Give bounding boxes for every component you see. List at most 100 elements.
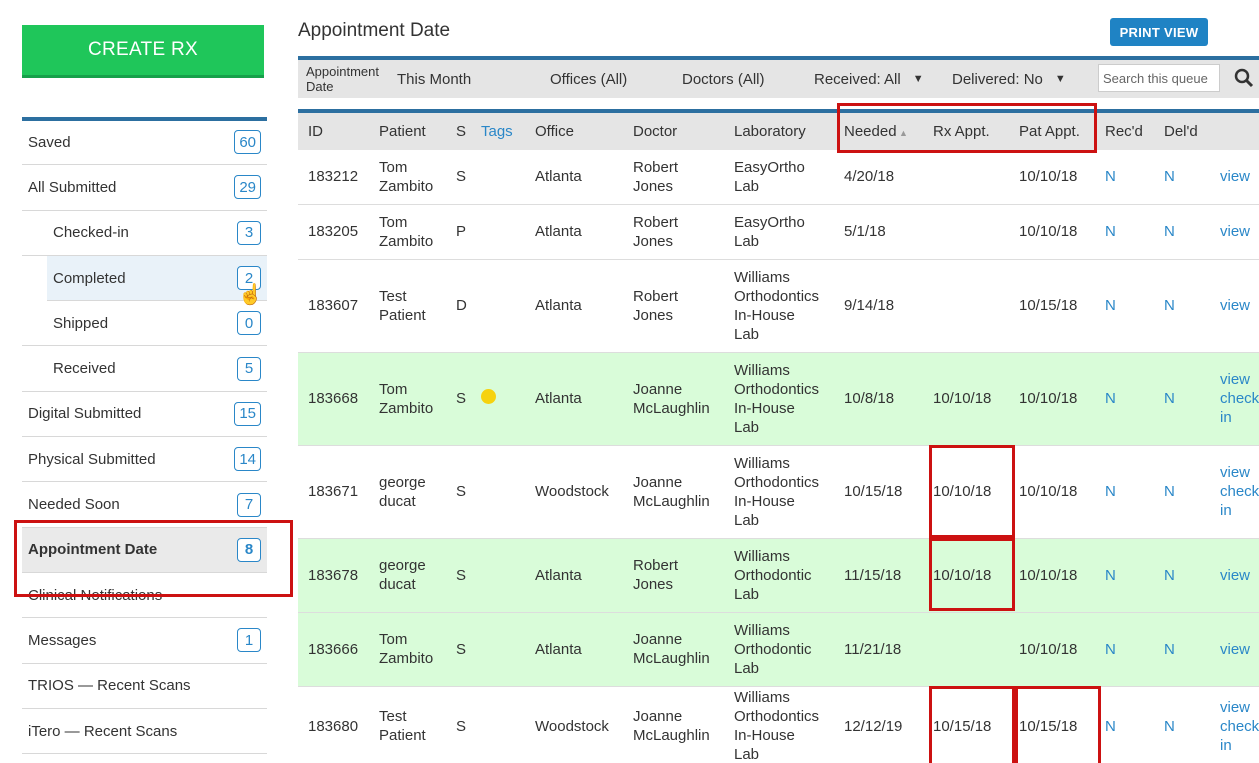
laboratory-line: Lab: [734, 511, 760, 529]
patient-name-cell: Tom Zambito: [369, 204, 446, 260]
row-actions-cell[interactable]: view: [1210, 204, 1259, 260]
column-header-rec-d[interactable]: Rec'd: [1095, 113, 1154, 150]
table-row[interactable]: 183680 Test Patient S Woodstock Joanne McLaugh…: [298, 686, 1259, 763]
received-flag-cell[interactable]: N: [1095, 445, 1154, 539]
laboratory-line: In-House: [734, 306, 795, 324]
received-flag-cell[interactable]: N: [1095, 352, 1154, 446]
sidebar-item-digital-submitted[interactable]: Digital Submitted 15: [22, 392, 267, 438]
office-cell: Atlanta: [525, 204, 623, 260]
rx-appt-date-cell: [923, 150, 1009, 205]
patient-name-line: Zambito: [379, 650, 434, 667]
column-header-label: Rec'd: [1105, 123, 1143, 140]
sidebar-item-shipped[interactable]: Shipped 0: [22, 301, 267, 347]
search-input[interactable]: Search this queue: [1098, 64, 1220, 92]
sidebar-item-messages[interactable]: Messages 1: [22, 618, 267, 664]
patient-name-cell: Tom Zambito: [369, 612, 446, 687]
column-header-s[interactable]: S: [446, 113, 471, 150]
needed-date-cell: 10/8/18: [834, 352, 923, 446]
laboratory-cell: EasyOrtho Lab: [724, 150, 834, 205]
column-header-needed[interactable]: Needed ▲: [834, 113, 923, 150]
column-header-del-d[interactable]: Del'd: [1154, 113, 1210, 150]
pat-appt-date-cell: 10/10/18: [1009, 612, 1095, 687]
laboratory-line: EasyOrtho: [734, 213, 805, 231]
laboratory-cell: EasyOrtho Lab: [724, 204, 834, 260]
patient-name-cell: Tom Zambito: [369, 150, 446, 205]
received-flag-cell[interactable]: N: [1095, 150, 1154, 205]
table-row[interactable]: 183678 george ducat S Atlanta Robert Jones Will…: [298, 538, 1259, 613]
pat-appt-date-cell: 10/15/18: [1009, 686, 1095, 763]
column-header-rx-appt[interactable]: Rx Appt.: [923, 113, 1009, 150]
pat-appt-date-cell: 10/10/18: [1009, 352, 1095, 446]
sidebar-item-completed[interactable]: Completed 2: [47, 255, 267, 302]
sidebar-item-clinical-notifications[interactable]: Clinical Notifications: [22, 573, 267, 619]
delivered-flag-cell[interactable]: N: [1154, 150, 1210, 205]
delivered-flag-cell[interactable]: N: [1154, 445, 1210, 539]
row-actions-cell[interactable]: view: [1210, 538, 1259, 613]
received-filter[interactable]: Received: All ▼: [814, 60, 924, 98]
delivered-flag-cell[interactable]: N: [1154, 538, 1210, 613]
doctor-name-line: Jones: [633, 177, 674, 195]
sidebar-item-itero-recent-scans[interactable]: iTero — Recent Scans: [22, 709, 267, 755]
sidebar-item-appointment-date[interactable]: Appointment Date 8: [22, 527, 267, 573]
rx-appt-date-cell: 10/10/18: [923, 538, 1009, 613]
doctor-name-line: Robert: [633, 213, 679, 231]
table-row[interactable]: 183212 Tom Zambito S Atlanta Robert Jones EasyO…: [298, 150, 1259, 205]
doctor-name-line: McLaughlin: [633, 492, 710, 510]
laboratory-cell: Williams Orthodontics In-House Lab: [724, 259, 834, 353]
column-header-pat-appt[interactable]: Pat Appt.: [1009, 113, 1095, 150]
column-header-office[interactable]: Office: [525, 113, 623, 150]
row-actions-line: view: [1220, 566, 1251, 584]
column-header-id[interactable]: ID: [298, 113, 369, 150]
delivered-flag-cell[interactable]: N: [1154, 686, 1210, 763]
row-actions-cell[interactable]: view: [1210, 612, 1259, 687]
sidebar-item-saved[interactable]: Saved 60: [22, 120, 267, 166]
doctor-name-line: McLaughlin: [633, 650, 710, 667]
row-actions-cell[interactable]: view check in: [1210, 686, 1259, 763]
delivered-flag-cell[interactable]: N: [1154, 612, 1210, 687]
patient-name-line: Zambito: [379, 232, 434, 250]
doctor-name-cell: Robert Jones: [623, 204, 724, 260]
row-actions-cell[interactable]: view check in: [1210, 445, 1259, 539]
sidebar-item-needed-soon[interactable]: Needed Soon 7: [22, 482, 267, 528]
row-actions-line: view: [1220, 464, 1251, 481]
received-flag-cell[interactable]: N: [1095, 612, 1154, 687]
column-header-laboratory[interactable]: Laboratory: [724, 113, 834, 150]
table-row[interactable]: 183607 Test Patient D Atlanta Robert Jones Will…: [298, 259, 1259, 353]
row-actions-cell[interactable]: view: [1210, 150, 1259, 205]
create-rx-button[interactable]: CREATE RX: [22, 25, 264, 78]
sidebar-item-label: Shipped: [53, 314, 109, 332]
received-flag-cell[interactable]: N: [1095, 686, 1154, 763]
sidebar-item-trios-recent-scans[interactable]: TRIOS — Recent Scans: [22, 664, 267, 709]
row-actions-cell[interactable]: view check in: [1210, 352, 1259, 446]
delivered-flag-cell[interactable]: N: [1154, 204, 1210, 260]
sidebar-item-physical-submitted[interactable]: Physical Submitted 14: [22, 437, 267, 483]
row-actions-line: in: [1220, 502, 1232, 519]
column-header-tags[interactable]: Tags: [471, 113, 525, 150]
row-actions-line: check: [1220, 717, 1259, 735]
sidebar-item-checked-in[interactable]: Checked-in 3: [22, 211, 267, 256]
appointment-date-filter[interactable]: This Month: [397, 60, 471, 98]
table-row[interactable]: 183671 george ducat S Woodstock Joanne McLaugh…: [298, 445, 1259, 539]
received-flag-cell[interactable]: N: [1095, 538, 1154, 613]
offices-filter[interactable]: Offices (All): [550, 60, 627, 98]
laboratory-line: Williams: [734, 689, 790, 706]
delivered-filter[interactable]: Delivered: No ▼: [952, 60, 1066, 98]
column-header-label: Del'd: [1164, 123, 1198, 140]
doctors-filter[interactable]: Doctors (All): [682, 60, 765, 98]
table-row[interactable]: 183666 Tom Zambito S Atlanta Joanne McLaughlin…: [298, 612, 1259, 687]
row-actions-cell[interactable]: view: [1210, 259, 1259, 353]
delivered-flag-cell[interactable]: N: [1154, 259, 1210, 353]
sidebar-item-received[interactable]: Received 5: [22, 346, 267, 392]
laboratory-cell: Williams Orthodontic Lab: [724, 612, 834, 687]
print-view-button[interactable]: PRINT VIEW: [1110, 18, 1208, 46]
table-row[interactable]: 183668 Tom Zambito S Atlanta Joanne McLaughlin…: [298, 352, 1259, 446]
table-row[interactable]: 183205 Tom Zambito P Atlanta Robert Jones EasyO…: [298, 204, 1259, 260]
column-header-doctor[interactable]: Doctor: [623, 113, 724, 150]
sidebar-item-all-submitted[interactable]: All Submitted 29: [22, 165, 267, 211]
column-header-patient[interactable]: Patient: [369, 113, 446, 150]
received-flag-cell[interactable]: N: [1095, 204, 1154, 260]
search-icon[interactable]: [1234, 68, 1254, 88]
delivered-flag-cell[interactable]: N: [1154, 352, 1210, 446]
received-flag-cell[interactable]: N: [1095, 259, 1154, 353]
sidebar-item-label: Clinical Notifications: [28, 586, 163, 604]
